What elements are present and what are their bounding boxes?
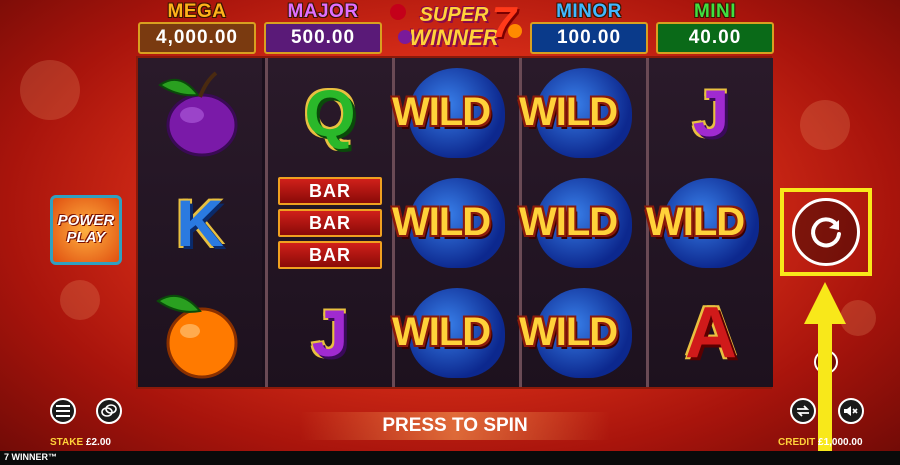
turbo-button[interactable]	[790, 398, 816, 424]
wild-label: WILD	[392, 200, 491, 244]
menu-button[interactable]	[50, 398, 76, 424]
background-bokeh	[800, 100, 850, 150]
background-bokeh	[20, 60, 80, 120]
symbol-k: K	[138, 168, 262, 278]
wild-label: WILD	[519, 90, 618, 134]
sound-button[interactable]	[838, 398, 864, 424]
menu-icon	[56, 405, 70, 417]
wild-label: WILD	[646, 200, 745, 244]
symbol-a: A	[649, 278, 773, 388]
symbol-orange	[138, 278, 262, 388]
cherry-icon	[390, 4, 406, 20]
jackpot-mini: MINI 40.00	[656, 2, 774, 54]
jackpot-title: MEGA	[167, 1, 227, 22]
spin-button[interactable]	[792, 198, 860, 266]
jackpot-value: 500.00	[264, 22, 382, 54]
symbol-letter: J	[311, 296, 349, 370]
reel-1: K	[138, 58, 262, 387]
spin-icon	[811, 217, 841, 248]
symbol-letter: A	[685, 293, 737, 373]
power-play-button[interactable]: POWER PLAY	[50, 195, 122, 265]
jackpot-major: MAJOR 500.00	[264, 2, 382, 54]
jackpot-value: 100.00	[530, 22, 648, 54]
wild-label: WILD	[519, 200, 618, 244]
plum-icon	[398, 30, 412, 44]
jackpot-title: MINOR	[556, 1, 622, 22]
turbo-icon	[796, 405, 810, 417]
wild-label: WILD	[519, 310, 618, 354]
coins-icon	[101, 404, 117, 417]
stake-value: £2.00	[85, 437, 111, 448]
jackpot-title: MINI	[693, 1, 737, 22]
orange-icon	[156, 294, 238, 379]
game-logo: 7 SUPER WINNER	[384, 0, 524, 54]
wild-label: WILD	[392, 310, 491, 354]
mute-icon	[844, 406, 858, 416]
reel-grid: K Q BAR BAR BAR J J A WILD WILD WILD WIL…	[136, 56, 773, 389]
symbol-letter: K	[176, 186, 224, 260]
press-to-spin-label[interactable]: PRESS TO SPIN	[300, 412, 610, 440]
wild-label: WILD	[392, 90, 491, 134]
bar-label: BAR	[278, 177, 382, 205]
jackpot-title: MAJOR	[287, 1, 359, 22]
footer-strip	[0, 451, 900, 465]
background-bokeh	[60, 280, 100, 320]
credit-label: CREDIT	[778, 437, 816, 448]
logo-seven: 7	[491, 0, 516, 47]
plum-icon	[158, 71, 238, 157]
stake-display: STAKE £2.00	[50, 437, 111, 448]
jackpot-minor: MINOR 100.00	[530, 2, 648, 54]
power-play-line1: POWER	[57, 212, 115, 229]
symbol-bar: BAR BAR BAR	[268, 168, 392, 278]
credit-display: CREDIT £1,000.00	[778, 437, 863, 448]
reel-2: Q BAR BAR BAR J	[265, 58, 392, 387]
jackpot-bar: MEGA 4,000.00 MAJOR 500.00 7 SUPER WINNE…	[0, 0, 900, 56]
pointer-arrow-head	[804, 282, 846, 324]
bar-label: BAR	[278, 241, 382, 269]
symbol-letter: Q	[304, 76, 356, 150]
symbol-j: J	[268, 278, 392, 388]
symbol-j: J	[649, 58, 773, 168]
jackpot-mega: MEGA 4,000.00	[138, 2, 256, 54]
stake-label: STAKE	[50, 437, 84, 448]
symbol-plum	[138, 58, 262, 168]
symbol-letter: J	[692, 76, 730, 150]
credit-value: £1,000.00	[818, 437, 863, 448]
power-play-line2: PLAY	[66, 229, 106, 246]
symbol-q: Q	[268, 58, 392, 168]
bar-stack: BAR BAR BAR	[278, 177, 382, 269]
jackpot-value: 40.00	[656, 22, 774, 54]
bar-label: BAR	[278, 209, 382, 237]
stake-button[interactable]	[96, 398, 122, 424]
jackpot-value: 4,000.00	[138, 22, 256, 54]
game-name: 7 WINNER™	[4, 452, 58, 462]
